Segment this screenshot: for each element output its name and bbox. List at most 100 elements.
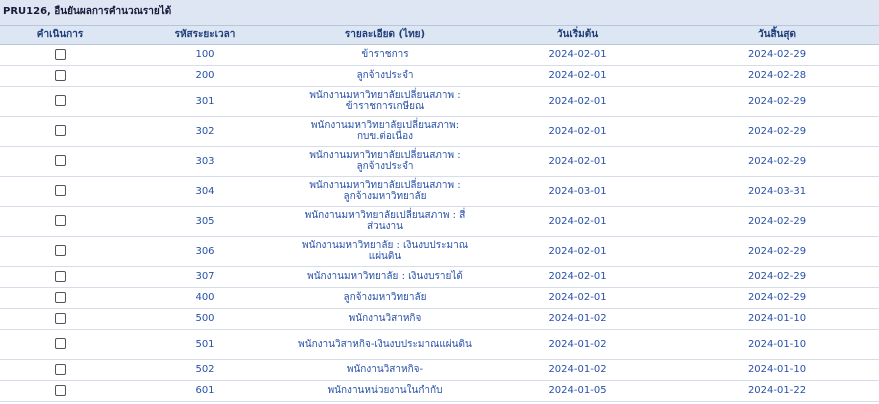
action-cell — [0, 287, 120, 309]
start-date: 2024-01-05 — [480, 380, 675, 402]
row-select-checkbox[interactable] — [54, 291, 66, 303]
start-date: 2024-02-01 — [480, 287, 675, 309]
row-select-checkbox[interactable] — [54, 270, 66, 282]
row-select-checkbox[interactable] — [54, 185, 66, 197]
description: พนักงานมหาวิทยาลัยเปลี่ยนสภาพ : สี่ส่วนง… — [290, 206, 480, 237]
table-row[interactable]: 100 ข้าราชการ 2024-02-01 2024-02-29 — [0, 44, 879, 66]
table-row[interactable]: 501 พนักงานวิสาหกิจ-เงินงบประมาณแผ่นดิน … — [0, 329, 879, 360]
description-text: พนักงานมหาวิทยาลัยเปลี่ยนสภาพ : ลูกจ้างป… — [309, 150, 461, 172]
start-date: 2024-01-02 — [480, 308, 675, 330]
start-date: 2024-01-02 — [480, 359, 675, 381]
period-code: 601 — [120, 380, 290, 402]
description: พนักงานมหาวิทยาลัยเปลี่ยนสภาพ : ลูกจ้างม… — [290, 176, 480, 207]
description-text: พนักงานวิสาหกิจ-เงินงบประมาณแผ่นดิน — [298, 338, 472, 350]
start-date: 2024-02-01 — [480, 206, 675, 237]
description: พนักงานวิสาหกิจ- — [290, 359, 480, 381]
description: ลูกจ้างมหาวิทยาลัย — [290, 287, 480, 309]
end-date: 2024-02-29 — [675, 116, 879, 147]
end-date: 2024-02-29 — [675, 44, 879, 66]
description: ข้าราชการ — [290, 44, 480, 66]
action-cell — [0, 65, 120, 87]
period-code: 500 — [120, 308, 290, 330]
description-text: พนักงานมหาวิทยาลัยเปลี่ยนสภาพ: กบข.ต่อเน… — [310, 120, 460, 142]
start-date: 2024-01-02 — [480, 329, 675, 360]
table-row[interactable]: 601 พนักงานหน่วยงานในกำกับ 2024-01-05 20… — [0, 380, 879, 402]
start-date: 2024-03-01 — [480, 176, 675, 207]
table-row[interactable]: 306 พนักงานมหาวิทยาลัย : เงินงบประมาณแผ่… — [0, 236, 879, 267]
description-text: ลูกจ้างมหาวิทยาลัย — [343, 292, 427, 303]
start-date: 2024-02-01 — [480, 86, 675, 117]
end-date: 2024-01-10 — [675, 308, 879, 330]
description: พนักงานมหาวิทยาลัยเปลี่ยนสภาพ : ข้าราชกา… — [290, 86, 480, 117]
start-date: 2024-02-01 — [480, 44, 675, 66]
table-row[interactable]: 303 พนักงานมหาวิทยาลัยเปลี่ยนสภาพ : ลูกจ… — [0, 146, 879, 177]
period-code: 305 — [120, 206, 290, 237]
column-header-period-code[interactable]: รหัสระยะเวลา — [120, 26, 290, 45]
action-cell — [0, 266, 120, 288]
description: พนักงานหน่วยงานในกำกับ — [290, 380, 480, 402]
end-date: 2024-02-29 — [675, 146, 879, 177]
description-text: พนักงานมหาวิทยาลัย : เงินงบรายได้ — [307, 271, 463, 282]
column-header-action[interactable]: คำเนินการ — [0, 26, 120, 45]
column-header-end-date[interactable]: วันสิ้นสุด — [675, 26, 879, 45]
table-row[interactable]: 301 พนักงานมหาวิทยาลัยเปลี่ยนสภาพ : ข้าร… — [0, 86, 879, 117]
row-select-checkbox[interactable] — [54, 245, 66, 257]
table-row[interactable]: 200 ลูกจ้างประจำ 2024-02-01 2024-02-28 — [0, 65, 879, 87]
action-cell — [0, 116, 120, 147]
row-select-checkbox[interactable] — [54, 312, 66, 324]
description: พนักงานมหาวิทยาลัยเปลี่ยนสภาพ: กบข.ต่อเน… — [290, 116, 480, 147]
period-code: 304 — [120, 176, 290, 207]
table-row[interactable]: 305 พนักงานมหาวิทยาลัยเปลี่ยนสภาพ : สี่ส… — [0, 206, 879, 237]
row-select-checkbox[interactable] — [54, 363, 66, 375]
end-date: 2024-01-10 — [675, 329, 879, 360]
row-select-checkbox[interactable] — [54, 125, 66, 137]
end-date: 2024-02-29 — [675, 287, 879, 309]
table-row[interactable]: 302 พนักงานมหาวิทยาลัยเปลี่ยนสภาพ: กบข.ต… — [0, 116, 879, 147]
column-header-description[interactable]: รายละเอียด (ไทย) — [290, 26, 480, 45]
description-text: พนักงานหน่วยงานในกำกับ — [327, 385, 443, 396]
period-code: 100 — [120, 44, 290, 66]
period-code: 400 — [120, 287, 290, 309]
start-date: 2024-02-01 — [480, 116, 675, 147]
description: ลูกจ้างประจำ — [290, 65, 480, 87]
column-header-start-date[interactable]: วันเริ่มต้น — [480, 26, 675, 45]
action-cell — [0, 44, 120, 66]
description-text: พนักงานมหาวิทยาลัยเปลี่ยนสภาพ : สี่ส่วนง… — [304, 210, 466, 232]
action-cell — [0, 146, 120, 177]
table-row[interactable]: 304 พนักงานมหาวิทยาลัยเปลี่ยนสภาพ : ลูกจ… — [0, 176, 879, 207]
row-select-checkbox[interactable] — [54, 95, 66, 107]
description-text: พนักงานวิสาหกิจ — [348, 313, 422, 324]
period-code: 301 — [120, 86, 290, 117]
row-select-checkbox[interactable] — [54, 384, 66, 396]
row-select-checkbox[interactable] — [54, 48, 66, 60]
table-row[interactable]: 307 พนักงานมหาวิทยาลัย : เงินงบรายได้ 20… — [0, 266, 879, 288]
description-text: ลูกจ้างประจำ — [356, 70, 414, 81]
table-row[interactable]: 502 พนักงานวิสาหกิจ- 2024-01-02 2024-01-… — [0, 359, 879, 381]
end-date: 2024-02-29 — [675, 266, 879, 288]
description: พนักงานมหาวิทยาลัย : เงินงบรายได้ — [290, 266, 480, 288]
description-text: พนักงานวิสาหกิจ- — [346, 364, 424, 375]
table-header-row: คำเนินการ รหัสระยะเวลา รายละเอียด (ไทย) … — [0, 26, 879, 45]
row-select-checkbox[interactable] — [54, 69, 66, 81]
action-cell — [0, 176, 120, 207]
action-cell — [0, 86, 120, 117]
action-cell — [0, 380, 120, 402]
period-code: 502 — [120, 359, 290, 381]
action-cell — [0, 329, 120, 360]
table-row[interactable]: 400 ลูกจ้างมหาวิทยาลัย 2024-02-01 2024-0… — [0, 287, 879, 309]
row-select-checkbox[interactable] — [54, 155, 66, 167]
row-select-checkbox[interactable] — [54, 338, 66, 350]
description: พนักงานมหาวิทยาลัยเปลี่ยนสภาพ : ลูกจ้างป… — [290, 146, 480, 177]
end-date: 2024-02-29 — [675, 236, 879, 267]
page-title: PRU126, อืนยันผลการคำนวณรายได้ — [0, 0, 879, 26]
end-date: 2024-03-31 — [675, 176, 879, 207]
row-select-checkbox[interactable] — [54, 215, 66, 227]
description: พนักงานมหาวิทยาลัย : เงินงบประมาณแผ่นดิน — [290, 236, 480, 267]
end-date: 2024-01-22 — [675, 380, 879, 402]
action-cell — [0, 236, 120, 267]
description-text: พนักงานมหาวิทยาลัยเปลี่ยนสภาพ : ข้าราชกา… — [309, 90, 461, 112]
start-date: 2024-02-01 — [480, 65, 675, 87]
table-row[interactable]: 500 พนักงานวิสาหกิจ 2024-01-02 2024-01-1… — [0, 308, 879, 330]
description-text: ข้าราชการ — [361, 49, 409, 60]
description: พนักงานวิสาหกิจ-เงินงบประมาณแผ่นดิน — [290, 329, 480, 360]
